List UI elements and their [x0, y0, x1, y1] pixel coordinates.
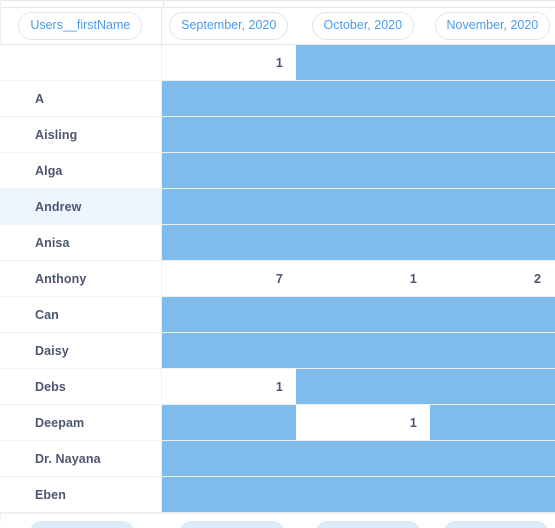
top-strip-row-area	[0, 1, 164, 7]
pivot-table: Users__firstName September, 2020 October…	[0, 0, 555, 528]
footer-cell-2[interactable]	[164, 514, 300, 528]
data-cell-empty[interactable]	[161, 189, 296, 224]
table-row[interactable]: Anthony 7 1 2	[0, 261, 555, 297]
table-body: 1 A Aisling Alga Andrew Anisa Anthony 7 1 2 Can Dai…	[0, 45, 555, 513]
table-row[interactable]: Aisling	[0, 117, 555, 153]
table-row[interactable]: Can	[0, 297, 555, 333]
header-cell-column-3: November, 2020	[430, 8, 555, 44]
row-header-cell[interactable]: Eben	[0, 477, 162, 512]
table-row[interactable]: Alga	[0, 153, 555, 189]
data-cell-empty[interactable]	[429, 477, 555, 512]
footer-pill-3[interactable]	[316, 521, 420, 528]
row-header-cell[interactable]	[0, 45, 162, 80]
data-cell-value[interactable]: 1	[296, 405, 430, 440]
header-cell-column-2: October, 2020	[296, 8, 430, 44]
table-row[interactable]: Daisy	[0, 333, 555, 369]
row-header-cell[interactable]: Daisy	[0, 333, 162, 368]
data-cell-empty[interactable]	[429, 369, 555, 404]
data-cell-empty[interactable]	[429, 81, 555, 116]
data-cell-empty[interactable]	[429, 297, 555, 332]
top-strip-column-area	[164, 1, 555, 7]
row-header-cell[interactable]: Aisling	[0, 117, 162, 152]
data-cell-empty[interactable]	[295, 81, 430, 116]
header-cell-column-1: September, 2020	[162, 8, 296, 44]
data-cell-empty[interactable]	[295, 333, 430, 368]
table-footer-row	[0, 513, 555, 528]
data-cell-empty[interactable]	[295, 477, 430, 512]
row-header-cell[interactable]: Dr. Nayana	[0, 441, 162, 476]
row-field-pill[interactable]: Users__firstName	[18, 12, 143, 40]
column-field-pill-november[interactable]: November, 2020	[434, 12, 551, 40]
footer-pill-2[interactable]	[180, 521, 284, 528]
footer-cell-3[interactable]	[300, 514, 436, 528]
data-cell-value[interactable]: 1	[296, 261, 430, 296]
data-cell-empty[interactable]	[161, 405, 296, 440]
data-cell-empty[interactable]	[161, 117, 296, 152]
table-row[interactable]: Andrew	[0, 189, 555, 225]
row-header-cell[interactable]: Anisa	[0, 225, 162, 260]
data-cell-empty[interactable]	[429, 405, 555, 440]
data-cell-value[interactable]: 2	[430, 261, 555, 296]
data-cell-empty[interactable]	[429, 117, 555, 152]
data-cell-empty[interactable]	[295, 369, 430, 404]
data-cell-empty[interactable]	[295, 297, 430, 332]
footer-pill-4[interactable]	[443, 521, 548, 528]
data-cell-empty[interactable]	[429, 153, 555, 188]
data-cell-value[interactable]: 1	[162, 369, 296, 404]
table-header-row: Users__firstName September, 2020 October…	[0, 8, 555, 45]
table-top-strip	[0, 0, 555, 8]
data-cell-empty[interactable]	[295, 225, 430, 260]
data-cell-empty[interactable]	[429, 333, 555, 368]
data-cell-empty[interactable]	[295, 153, 430, 188]
data-cell-empty[interactable]	[295, 441, 430, 476]
row-header-cell[interactable]: Andrew	[0, 189, 162, 224]
data-cell-empty[interactable]	[161, 225, 296, 260]
row-header-cell[interactable]: Deepam	[0, 405, 162, 440]
data-cell-empty[interactable]	[295, 189, 430, 224]
column-field-pill-october[interactable]: October, 2020	[311, 12, 415, 40]
table-row[interactable]: Debs 1	[0, 369, 555, 405]
table-row[interactable]: Anisa	[0, 225, 555, 261]
data-cell-empty[interactable]	[295, 117, 430, 152]
footer-cell-4[interactable]	[436, 514, 555, 528]
data-cell-value[interactable]: 1	[162, 45, 296, 80]
data-cell-empty[interactable]	[161, 153, 296, 188]
data-cell-empty[interactable]	[161, 441, 296, 476]
data-cell-empty[interactable]	[429, 45, 555, 80]
table-row[interactable]: Deepam 1	[0, 405, 555, 441]
table-row[interactable]: A	[0, 81, 555, 117]
table-row[interactable]: Eben	[0, 477, 555, 513]
data-cell-empty[interactable]	[161, 81, 296, 116]
footer-cell-1[interactable]	[0, 514, 164, 528]
row-header-cell[interactable]: Can	[0, 297, 162, 332]
header-cell-row-field: Users__firstName	[0, 8, 162, 44]
table-row[interactable]: 1	[0, 45, 555, 81]
row-header-cell[interactable]: Debs	[0, 369, 162, 404]
data-cell-empty[interactable]	[429, 225, 555, 260]
data-cell-empty[interactable]	[161, 333, 296, 368]
row-header-cell[interactable]: A	[0, 81, 162, 116]
data-cell-value[interactable]: 7	[162, 261, 296, 296]
row-header-cell[interactable]: Anthony	[0, 261, 162, 296]
data-cell-empty[interactable]	[295, 45, 430, 80]
data-cell-empty[interactable]	[429, 441, 555, 476]
data-cell-empty[interactable]	[429, 189, 555, 224]
footer-pill-1[interactable]	[30, 521, 134, 528]
table-row[interactable]: Dr. Nayana	[0, 441, 555, 477]
row-header-cell[interactable]: Alga	[0, 153, 162, 188]
data-cell-empty[interactable]	[161, 477, 296, 512]
data-cell-empty[interactable]	[161, 297, 296, 332]
column-field-pill-september[interactable]: September, 2020	[169, 12, 289, 40]
